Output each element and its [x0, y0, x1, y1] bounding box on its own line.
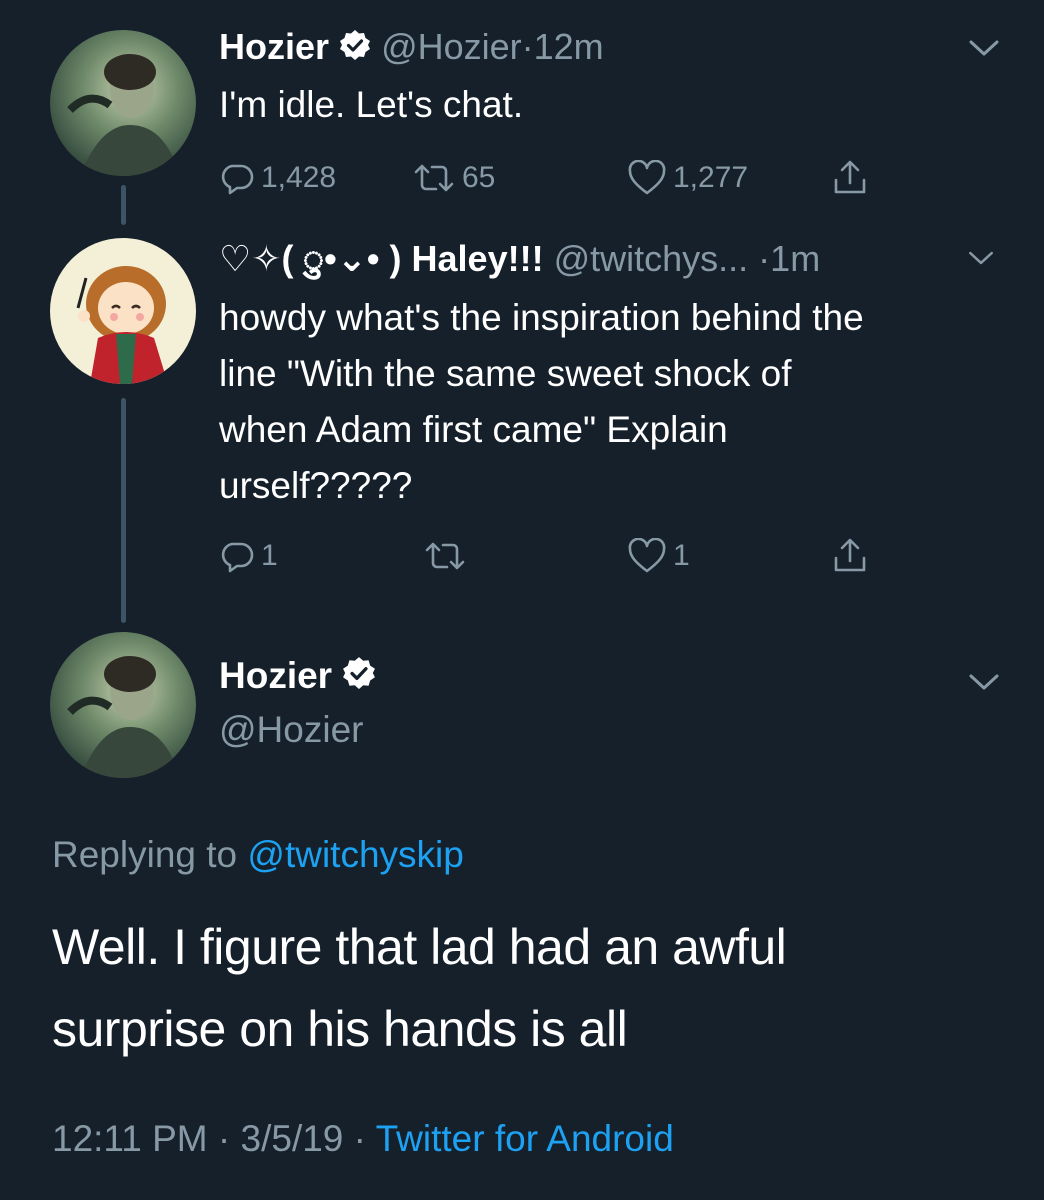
- tweet3-header: Hozier @Hozier: [219, 654, 376, 752]
- chevron-down-icon[interactable]: [967, 670, 1001, 694]
- tweet3-text: Well. I figure that lad had an awful sur…: [52, 906, 787, 1070]
- tweet2-text-line: line "With the same sweet shock of: [219, 353, 792, 394]
- avatar-hozier[interactable]: [50, 632, 196, 778]
- like-icon: [628, 538, 666, 573]
- tweet1-like-button[interactable]: 1,277: [627, 160, 748, 196]
- tweet3-author-name[interactable]: Hozier: [219, 655, 332, 696]
- tweet1-retweet-count: 65: [462, 161, 496, 194]
- separator-dot: ·: [217, 1118, 231, 1159]
- tweet1-reply-count: 1,428: [261, 161, 337, 194]
- tweet2-text-line: howdy what's the inspiration behind the: [219, 297, 864, 338]
- avatar-haley[interactable]: [50, 238, 196, 384]
- tweet3-text-line: surprise on his hands is all: [52, 1001, 628, 1057]
- tweet3-source-link[interactable]: Twitter for Android: [376, 1118, 674, 1159]
- separator-dot: ·: [521, 26, 534, 67]
- tweet1-reply-button[interactable]: 1,428: [219, 160, 336, 196]
- retweet-icon: [425, 542, 465, 570]
- replying-to-handle[interactable]: @twitchyskip: [247, 834, 463, 875]
- tweet3-time: 12:11 PM: [52, 1118, 208, 1159]
- tweet2-timestamp[interactable]: 1m: [770, 238, 820, 279]
- separator-dot: ·: [353, 1118, 366, 1159]
- tweet1-timestamp[interactable]: 12m: [534, 26, 604, 67]
- tweet1-author-name[interactable]: Hozier: [219, 26, 329, 67]
- avatar-hozier[interactable]: [50, 30, 196, 176]
- tweet1-header: Hozier @Hozier·12m: [219, 26, 604, 70]
- share-icon: [834, 160, 866, 194]
- tweet3-meta: 12:11 PM · 3/5/19 · Twitter for Android: [52, 1116, 674, 1162]
- tweet3-handle[interactable]: @Hozier: [219, 708, 376, 752]
- tweet3-text-line: Well. I figure that lad had an awful: [52, 919, 787, 975]
- tweet1-share-button[interactable]: [830, 158, 870, 198]
- tweet2-retweet-button[interactable]: [423, 538, 467, 574]
- reply-icon: [221, 164, 254, 195]
- tweet2-header: ♡✧( ु•⌄• ) Haley!!! @twitchys... ·1m: [219, 238, 820, 280]
- thread-line: [121, 398, 126, 623]
- verified-badge-icon: [339, 28, 371, 70]
- tweet2-like-button[interactable]: 1: [627, 538, 690, 574]
- tweet2-text-line: urself?????: [219, 465, 413, 506]
- tweet2-author-name[interactable]: ♡✧( ु•⌄• ) Haley!!!: [219, 238, 544, 279]
- tweet2-like-count: 1: [673, 539, 690, 572]
- reply-icon: [221, 542, 254, 573]
- tweet1-handle[interactable]: @Hozier: [381, 26, 522, 67]
- tweet2-handle[interactable]: @twitchys...: [554, 238, 749, 279]
- verified-badge-icon: [342, 656, 376, 700]
- thread-line: [121, 185, 126, 225]
- tweet2-reply-count: 1: [261, 539, 278, 572]
- tweet1-text: I'm idle. Let's chat.: [219, 84, 524, 125]
- tweet2-reply-button[interactable]: 1: [219, 538, 278, 574]
- chevron-down-icon[interactable]: [967, 248, 995, 268]
- retweet-icon: [414, 164, 454, 192]
- tweet1-like-count: 1,277: [673, 161, 749, 194]
- tweet2-text-line: when Adam first came" Explain: [219, 409, 728, 450]
- chevron-down-icon[interactable]: [967, 36, 1001, 60]
- tweet1-retweet-button[interactable]: 65: [412, 160, 495, 196]
- separator-dot: ·: [758, 238, 771, 279]
- share-icon: [834, 538, 866, 572]
- like-icon: [628, 160, 666, 195]
- replying-to-line: Replying to @twitchyskip: [52, 832, 464, 878]
- tweet3-date: 3/5/19: [240, 1118, 344, 1159]
- replying-to-label: Replying to: [52, 834, 238, 875]
- tweet2-text: howdy what's the inspiration behind the …: [219, 290, 864, 514]
- tweet2-share-button[interactable]: [830, 536, 870, 576]
